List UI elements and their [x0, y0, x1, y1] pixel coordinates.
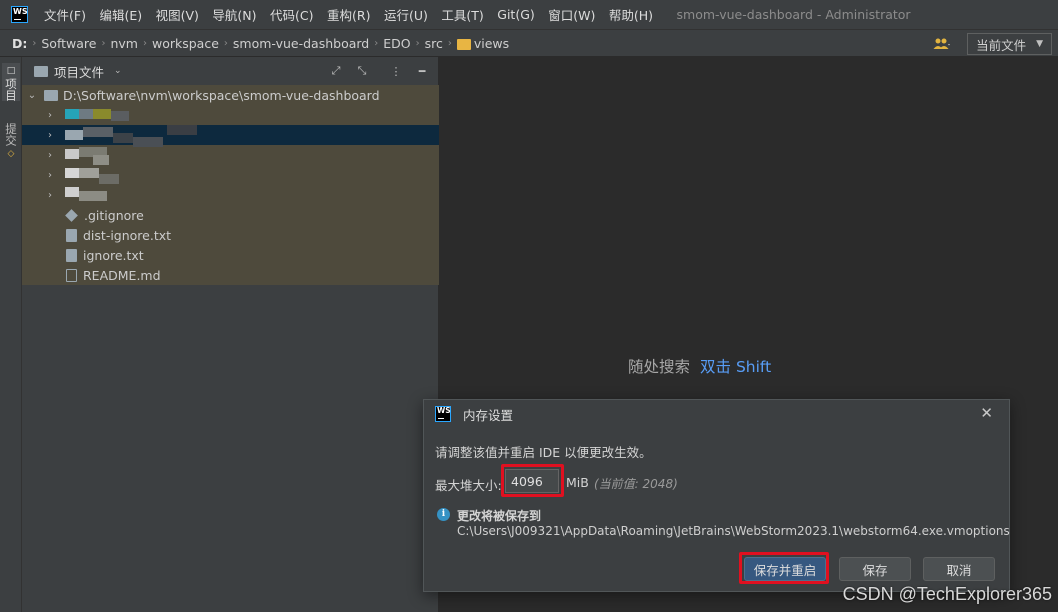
menu-view[interactable]: 视图(V) — [156, 5, 199, 24]
chevron-right-icon[interactable]: › — [44, 150, 56, 161]
current-value: (当前值: 2048) — [594, 477, 678, 491]
chevron-down-icon[interactable]: ⌄ — [114, 66, 122, 76]
tree-file-row[interactable]: .gitignore — [22, 205, 439, 225]
chevron-right-icon[interactable]: › — [44, 190, 56, 201]
chevron-down-icon[interactable]: ⌄ — [26, 90, 38, 101]
chevron-right-icon: › — [374, 37, 379, 49]
chevron-right-icon: › — [142, 37, 147, 49]
folder-icon — [456, 38, 471, 50]
breadcrumb-item[interactable]: EDO — [383, 36, 410, 51]
watermark: CSDN @TechExplorer365 — [842, 584, 1052, 604]
project-icon: □ — [6, 66, 16, 76]
chevron-down-icon: ▼ — [1036, 39, 1043, 49]
tool-window-strip: □ 项目 提交 ◇ — [0, 57, 22, 612]
chevron-right-icon: › — [32, 37, 37, 49]
dialog-title-bar: WS 内存设置 ✕ — [424, 400, 1009, 428]
users-icon[interactable] — [927, 33, 957, 55]
project-panel-title[interactable]: 项目文件 — [54, 62, 104, 81]
chevron-right-icon: › — [447, 37, 452, 49]
breadcrumb-item[interactable]: nvm — [110, 36, 138, 51]
chevron-right-icon[interactable]: › — [44, 110, 56, 121]
breadcrumb-drive[interactable]: D: — [12, 36, 27, 51]
menu-git[interactable]: Git(G) — [497, 7, 535, 22]
navigation-bar: D: › Software › nvm › workspace › smom-vue-d… — [0, 29, 1058, 57]
menu-refactor[interactable]: 重构(R) — [327, 5, 370, 24]
save-location-heading: 更改将被保存到 — [457, 509, 542, 523]
menu-help[interactable]: 帮助(H) — [609, 5, 653, 24]
heap-unit: MiB — [566, 475, 589, 490]
menu-code[interactable]: 代码(C) — [270, 5, 313, 24]
breadcrumb-item[interactable]: src — [425, 36, 443, 51]
markdown-file-icon — [66, 268, 77, 282]
webstorm-logo-icon: WS — [435, 406, 451, 422]
memory-settings-dialog: WS 内存设置 ✕ 请调整该值并重启 IDE 以便更改生效。 最大堆大小: Mi… — [423, 399, 1010, 592]
save-button[interactable]: 保存 — [839, 557, 911, 581]
options-menu-icon[interactable]: ⋮ — [388, 63, 404, 79]
menu-file[interactable]: 文件(F) — [44, 5, 86, 24]
project-panel-header: 项目文件 ⌄ ⤢ ⤡ ⋮ ━ — [22, 57, 438, 85]
chevron-right-icon[interactable]: › — [44, 130, 56, 141]
save-and-restart-button[interactable]: 保存并重启 — [744, 557, 826, 581]
hint-label: 随处搜索 — [628, 358, 691, 376]
search-everywhere-hint: 随处搜索 双击 Shift — [628, 355, 771, 377]
tree-row-obscured[interactable]: › — [22, 105, 439, 125]
hint-shortcut: 双击 Shift — [700, 358, 772, 376]
chevron-right-icon: › — [415, 37, 420, 49]
commit-icon: ◇ — [7, 149, 15, 159]
close-icon[interactable]: ✕ — [980, 404, 993, 422]
file-name: ignore.txt — [83, 247, 144, 263]
file-name: README.md — [83, 267, 161, 283]
tree-row-obscured[interactable]: › — [22, 145, 439, 165]
tree-root-row[interactable]: ⌄ D:\Software\nvm\workspace\smom-vue-das… — [22, 85, 439, 105]
text-file-icon — [66, 248, 77, 262]
breadcrumb-current[interactable]: views — [474, 36, 509, 51]
webstorm-logo-icon: WS — [11, 6, 28, 23]
tree-root-label: D:\Software\nvm\workspace\smom-vue-dashb… — [63, 87, 380, 103]
chevron-right-icon: › — [101, 37, 106, 49]
tree-file-row[interactable]: README.md — [22, 265, 439, 285]
menu-navigate[interactable]: 导航(N) — [212, 5, 256, 24]
tool-tab-commit[interactable]: 提交 ◇ — [2, 121, 20, 159]
breadcrumb-item[interactable]: smom-vue-dashboard — [233, 36, 369, 51]
expand-all-icon[interactable]: ⤢ — [328, 63, 344, 79]
chevron-right-icon[interactable]: › — [44, 170, 56, 181]
tree-file-row[interactable]: dist-ignore.txt — [22, 225, 439, 245]
save-location-path: C:\Users\J009321\AppData\Roaming\JetBrai… — [457, 524, 1010, 538]
text-file-icon — [66, 228, 77, 242]
git-file-icon — [66, 209, 78, 222]
file-name: .gitignore — [84, 207, 144, 223]
menu-edit[interactable]: 编辑(E) — [99, 5, 142, 24]
dialog-title: 内存设置 — [463, 407, 514, 423]
tool-tab-project[interactable]: □ 项目 — [2, 63, 20, 101]
file-name: dist-ignore.txt — [83, 227, 172, 243]
folder-icon — [34, 65, 48, 77]
menu-window[interactable]: 窗口(W) — [548, 5, 595, 24]
menu-tools[interactable]: 工具(T) — [441, 5, 483, 24]
collapse-all-icon[interactable]: ⤡ — [354, 63, 370, 79]
tree-row-obscured[interactable]: › — [22, 185, 439, 205]
folder-icon — [44, 89, 58, 101]
tool-tab-commit-label: 提交 — [4, 123, 18, 146]
tree-file-row[interactable]: ignore.txt — [22, 245, 439, 265]
dialog-message: 请调整该值并重启 IDE 以便更改生效。 — [435, 445, 652, 460]
title-bar: WS 文件(F) 编辑(E) 视图(V) 导航(N) 代码(C) 重构(R) 运… — [0, 0, 1058, 29]
hide-panel-icon[interactable]: ━ — [414, 63, 430, 79]
info-icon: i — [437, 508, 450, 521]
tree-row-obscured[interactable]: › — [22, 125, 439, 147]
cancel-button[interactable]: 取消 — [923, 557, 995, 581]
scope-select-label: 当前文件 — [976, 37, 1027, 53]
breadcrumb-item[interactable]: workspace — [152, 36, 219, 51]
chevron-right-icon: › — [223, 37, 228, 49]
menu-run[interactable]: 运行(U) — [384, 5, 428, 24]
window-title: smom-vue-dashboard - Administrator — [676, 7, 911, 22]
breadcrumb-item[interactable]: Software — [41, 36, 96, 51]
heap-size-input[interactable] — [505, 469, 559, 493]
tool-tab-project-label: 项目 — [4, 78, 18, 101]
scope-select[interactable]: 当前文件 ▼ — [967, 33, 1052, 55]
tree-row-obscured[interactable]: › — [22, 165, 439, 185]
project-panel: 项目文件 ⌄ ⤢ ⤡ ⋮ ━ ⌄ D:\Software\nvm\workspa… — [22, 57, 439, 612]
project-tree: ⌄ D:\Software\nvm\workspace\smom-vue-das… — [22, 85, 439, 285]
heap-size-label: 最大堆大小: — [435, 478, 502, 493]
